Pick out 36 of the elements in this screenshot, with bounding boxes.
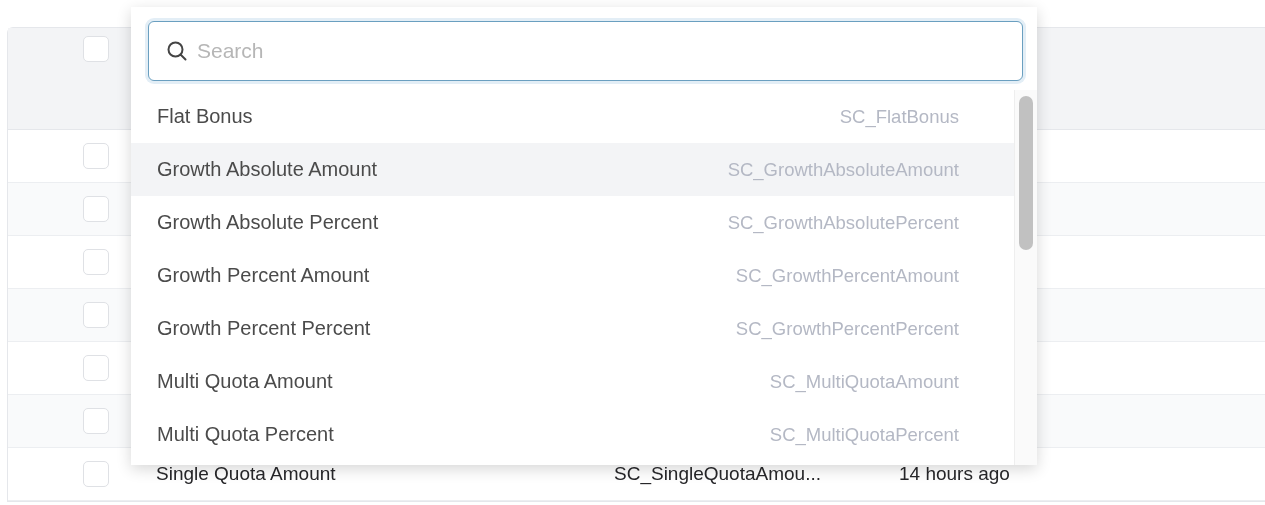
checkbox[interactable]: [83, 36, 109, 62]
item-label: Growth Absolute Percent: [157, 211, 379, 234]
item-code: SC_GrowthPercentPercent: [735, 317, 959, 340]
scrollbar[interactable]: [1014, 90, 1037, 465]
item-code: SC_GrowthAbsoluteAmount: [727, 158, 959, 181]
dropdown-item[interactable]: Flat Bonus SC_FlatBonus: [131, 90, 1014, 143]
checkbox[interactable]: [83, 461, 109, 487]
search-field[interactable]: Search: [148, 21, 1023, 81]
dropdown-item[interactable]: Growth Percent Percent SC_GrowthPercentPercent: [131, 302, 1014, 355]
item-label: Multi Quota Amount: [157, 370, 333, 393]
item-label: Growth Absolute Amount: [157, 158, 378, 181]
item-code: SC_MultiQuotaPercent: [769, 423, 959, 446]
item-code: SC_FlatBonus: [839, 105, 959, 128]
item-label: Flat Bonus: [157, 105, 253, 128]
item-label: Growth Percent Percent: [157, 317, 371, 340]
table-cell-text: SC_SingleQuotaAmou...: [614, 463, 822, 485]
dropdown-item[interactable]: Multi Quota Amount SC_MultiQuotaAmount: [131, 355, 1014, 408]
item-label: Multi Quota Percent: [157, 423, 334, 446]
checkbox[interactable]: [83, 302, 109, 328]
checkbox[interactable]: [83, 355, 109, 381]
scrollbar-thumb[interactable]: [1019, 96, 1033, 250]
search-icon: [166, 40, 188, 62]
table-cell-text: Single Quota Amount: [156, 463, 337, 485]
dropdown-item[interactable]: Growth Absolute Percent SC_GrowthAbsolutePercent: [131, 196, 1014, 249]
dropdown-item[interactable]: Growth Absolute Amount SC_GrowthAbsoluteAmount: [131, 143, 1014, 196]
item-code: SC_GrowthAbsolutePercent: [727, 211, 959, 234]
item-code: SC_GrowthPercentAmount: [735, 264, 959, 287]
checkbox[interactable]: [83, 143, 109, 169]
checkbox[interactable]: [83, 249, 109, 275]
item-code: SC_MultiQuotaAmount: [769, 370, 959, 393]
dropdown-item[interactable]: Multi Quota Percent SC_MultiQuotaPercent: [131, 408, 1014, 461]
item-label: Growth Percent Amount: [157, 264, 370, 287]
dropdown-item[interactable]: Growth Percent Amount SC_GrowthPercentAmount: [131, 249, 1014, 302]
checkbox[interactable]: [83, 408, 109, 434]
table-cell: 14 hours ago: [899, 463, 1010, 485]
checkbox[interactable]: [83, 196, 109, 222]
